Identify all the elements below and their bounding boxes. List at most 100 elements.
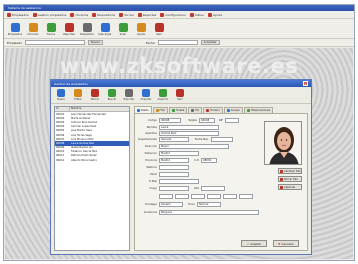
toolbar-label: Turnos	[46, 33, 56, 36]
shift-select[interactable]: Normal	[197, 202, 221, 207]
mobile-field[interactable]	[159, 172, 189, 177]
list-item-id: 00001	[56, 112, 65, 116]
list-item-id: 00011	[56, 154, 65, 158]
address-label: Direccion	[144, 145, 157, 148]
help-icon	[136, 23, 146, 32]
schedule-cell-1[interactable]	[159, 194, 173, 199]
delete-photo-button[interactable]: Borrar foto	[278, 176, 302, 182]
phone-field[interactable]	[159, 165, 189, 170]
clock-icon	[28, 23, 38, 32]
surname-field[interactable]: Gomez Ruiz	[159, 131, 219, 136]
menubar: Empleados Gestion empleados Horarios Dis…	[4, 11, 354, 19]
role-field[interactable]	[159, 186, 189, 191]
filter-search-button[interactable]: Buscar	[87, 40, 103, 45]
application-window: Sistema de asistencia Empleados Gestion …	[3, 4, 355, 261]
filter-date-input[interactable]	[157, 40, 198, 45]
notes-icon	[246, 109, 250, 112]
department-field[interactable]: General	[159, 137, 189, 142]
menu-datos[interactable]: Datos	[190, 12, 204, 17]
menu-label: Gestion empleados	[37, 12, 67, 17]
birth-field[interactable]	[211, 137, 233, 142]
privilege-select[interactable]: Usuario	[159, 202, 183, 207]
menu-reportes[interactable]: Reportes	[137, 12, 156, 17]
toolbar-salir-button[interactable]: Salir	[151, 23, 167, 36]
employee-dialog: Gestion de empleados x Nuevo Editar Borr…	[50, 79, 312, 255]
menu-turnos[interactable]: Turnos	[119, 12, 134, 17]
employee-list[interactable]: Id Nombre 00001 Juan Hernandez Fernandez 0…	[54, 106, 130, 251]
dialog-delete-button[interactable]: Borrar	[88, 89, 102, 101]
code-field[interactable]: 00008	[159, 118, 181, 123]
toolbar-ayuda-button[interactable]: Ayuda	[133, 23, 149, 36]
dialog-close-button[interactable]: x	[303, 81, 308, 86]
badge-field[interactable]: 00008	[199, 118, 215, 123]
schedule-cell-5[interactable]	[223, 194, 237, 199]
menu-label: Horarios	[75, 12, 89, 17]
menu-icon	[92, 12, 97, 17]
address-field[interactable]: Mayor	[159, 144, 229, 149]
dialog-new-button[interactable]: Nuevo	[54, 89, 68, 101]
dialog-export-button[interactable]: Exportar	[122, 89, 136, 101]
accept-label: Aceptar	[250, 241, 262, 246]
nif-field[interactable]	[225, 118, 239, 123]
dialog-import-button[interactable]: Importar	[139, 89, 153, 101]
schedule-cell-3[interactable]	[191, 194, 205, 199]
schedule-cell-6[interactable]	[239, 194, 253, 199]
tab-label: Pin	[195, 109, 200, 112]
change-photo-button[interactable]: Cambiar foto	[278, 168, 302, 174]
toolbar-dispositivo-button[interactable]: Dispositivo	[79, 23, 95, 36]
schedule-cell-2[interactable]	[175, 194, 189, 199]
dialog-body: Id Nombre 00001 Juan Hernandez Fernandez 0…	[54, 106, 308, 251]
filter-bar: Empleado Buscar Fecha Actualizar	[4, 39, 354, 47]
dialog-exit-button[interactable]: Salir	[173, 89, 187, 101]
main-workspace: www.zksoftware.es Gestion de empleados x…	[5, 48, 353, 259]
start-field[interactable]	[201, 186, 225, 191]
toolbar-label: Horarios	[27, 33, 39, 36]
menu-icon	[160, 12, 165, 17]
menu-icon	[119, 12, 124, 17]
row-province: Provincia Madrid C.P. 28001	[137, 158, 217, 163]
menu-horarios[interactable]: Horarios	[70, 12, 89, 17]
menu-configuracion[interactable]: Configuracion	[160, 12, 186, 17]
cancel-button[interactable]: ✖ Cancelar	[273, 240, 299, 247]
list-header-id[interactable]: Id	[55, 107, 70, 111]
tab-label: Foto	[159, 109, 166, 112]
toolbar-horarios-button[interactable]: Horarios	[25, 23, 41, 36]
form-tabs: Datos Foto Huella Pin Horario Acceso Obs…	[134, 106, 308, 113]
city-field[interactable]: Madrid	[159, 151, 199, 156]
toolbar-turnos-button[interactable]: Turnos	[43, 23, 59, 36]
list-item-id: 00012	[56, 158, 65, 162]
tab-datos[interactable]: Datos	[134, 106, 152, 113]
list-item-id: 00010	[56, 150, 65, 154]
camera-icon	[280, 169, 283, 173]
filter-refresh-button[interactable]: Actualizar	[200, 40, 220, 45]
filter-employee-select[interactable]	[24, 40, 85, 45]
toolbar-reportes-button[interactable]: Reportes	[61, 23, 77, 36]
dialog-print-button[interactable]: Imprimir	[156, 89, 170, 101]
province-field[interactable]: Madrid	[159, 158, 189, 163]
toolbar-subir-button[interactable]: Subir	[115, 23, 131, 36]
menu-gestion[interactable]: Gestion empleados	[32, 12, 67, 17]
toolbar-empleados-button[interactable]: Empleados	[7, 23, 23, 36]
notes-field[interactable]: Ninguna	[159, 210, 259, 215]
report-icon	[64, 23, 74, 32]
capture-photo-button[interactable]: Capturar	[278, 184, 302, 190]
menu-ayuda[interactable]: Ayuda	[207, 12, 222, 17]
email-field[interactable]	[159, 179, 199, 184]
row-surname: Apellidos Gomez Ruiz	[137, 131, 219, 136]
menu-empleados[interactable]: Empleados	[7, 12, 29, 17]
dialog-search-button[interactable]: Buscar	[105, 89, 119, 101]
shift-label: Turno	[187, 203, 195, 206]
list-header-name[interactable]: Nombre	[70, 107, 81, 111]
dialog-edit-button[interactable]: Editar	[71, 89, 85, 101]
menu-icon	[32, 12, 37, 17]
menu-dispositivos[interactable]: Dispositivos	[92, 12, 115, 17]
zip-field[interactable]: 28001	[201, 158, 217, 163]
code-label: Codigo	[148, 119, 157, 122]
dialog-tool-label: Editar	[74, 98, 82, 101]
accept-button[interactable]: ✔ Aceptar	[241, 240, 267, 247]
list-item-id: 00006	[56, 133, 65, 137]
name-field[interactable]: Laura	[159, 125, 219, 130]
schedule-cell-4[interactable]	[207, 194, 221, 199]
list-item[interactable]: 00012 Alberto Mora Castro	[55, 158, 129, 162]
toolbar-descargar-button[interactable]: Descargar	[97, 23, 113, 36]
